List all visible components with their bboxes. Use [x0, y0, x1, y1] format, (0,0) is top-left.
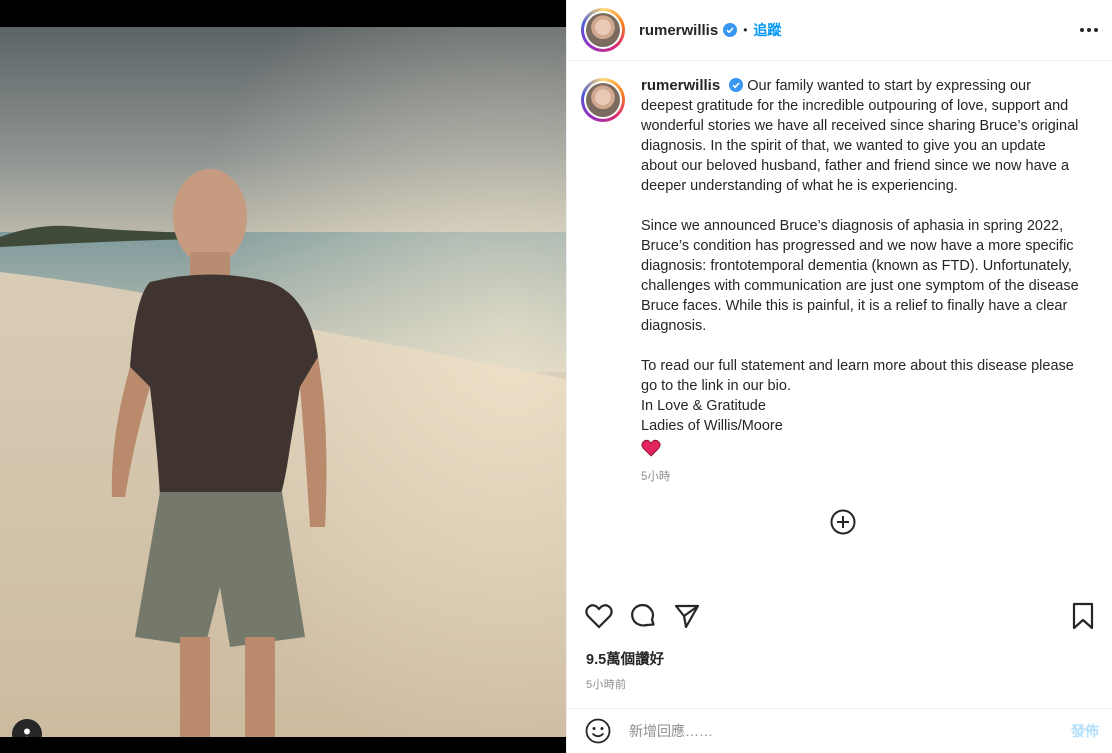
- follow-button[interactable]: 追蹤: [753, 20, 781, 40]
- post-details-panel: rumerwillis • 追蹤 rumerwillis Our family …: [566, 0, 1112, 753]
- comment-composer: 發佈: [567, 708, 1112, 753]
- comments-section: rumerwillis Our family wanted to start b…: [567, 62, 1112, 592]
- add-circle-icon[interactable]: [829, 508, 857, 536]
- separator-dot: •: [743, 23, 748, 37]
- caption-paragraph-1: Our family wanted to start by expressing…: [641, 78, 1079, 194]
- post-modal: rumerwillis • 追蹤 rumerwillis Our family …: [0, 0, 1112, 753]
- beach-photo: [0, 27, 566, 737]
- caption-timestamp[interactable]: 5小時: [641, 467, 1081, 487]
- avatar-image: [586, 13, 620, 47]
- post-photo[interactable]: [0, 27, 566, 737]
- caption-paragraph-4: In Love & Gratitude: [641, 398, 766, 414]
- author-username[interactable]: rumerwillis: [639, 22, 718, 39]
- caption-paragraph-5: Ladies of Willis/Moore: [641, 418, 783, 434]
- red-heart-icon: [641, 439, 661, 457]
- caption-text: rumerwillis Our family wanted to start b…: [641, 76, 1081, 487]
- more-options-icon[interactable]: [1080, 28, 1098, 32]
- avatar-image: [586, 83, 620, 117]
- share-icon[interactable]: [673, 602, 701, 630]
- caption-row: rumerwillis Our family wanted to start b…: [581, 76, 1099, 487]
- action-bar: [567, 600, 1112, 632]
- caption-username[interactable]: rumerwillis: [641, 77, 720, 94]
- post-header: rumerwillis • 追蹤: [567, 0, 1112, 61]
- caption-avatar[interactable]: [581, 78, 625, 122]
- verified-badge-icon: [729, 78, 744, 92]
- post-timestamp[interactable]: 5小時前: [586, 676, 626, 692]
- verified-badge-icon: [723, 23, 738, 37]
- avatar[interactable]: [581, 8, 625, 52]
- comment-input[interactable]: [629, 723, 1071, 739]
- bookmark-icon[interactable]: [1071, 602, 1095, 630]
- caption-paragraph-3: To read our full statement and learn mor…: [641, 358, 1074, 394]
- comment-icon[interactable]: [629, 602, 657, 630]
- post-comment-button[interactable]: 發佈: [1071, 721, 1099, 741]
- likes-count[interactable]: 9.5萬個讚好: [586, 648, 664, 669]
- caption-paragraph-2: Since we announced Bruce’s diagnosis of …: [641, 218, 1079, 334]
- emoji-icon[interactable]: [585, 718, 611, 744]
- heart-icon[interactable]: [585, 603, 613, 629]
